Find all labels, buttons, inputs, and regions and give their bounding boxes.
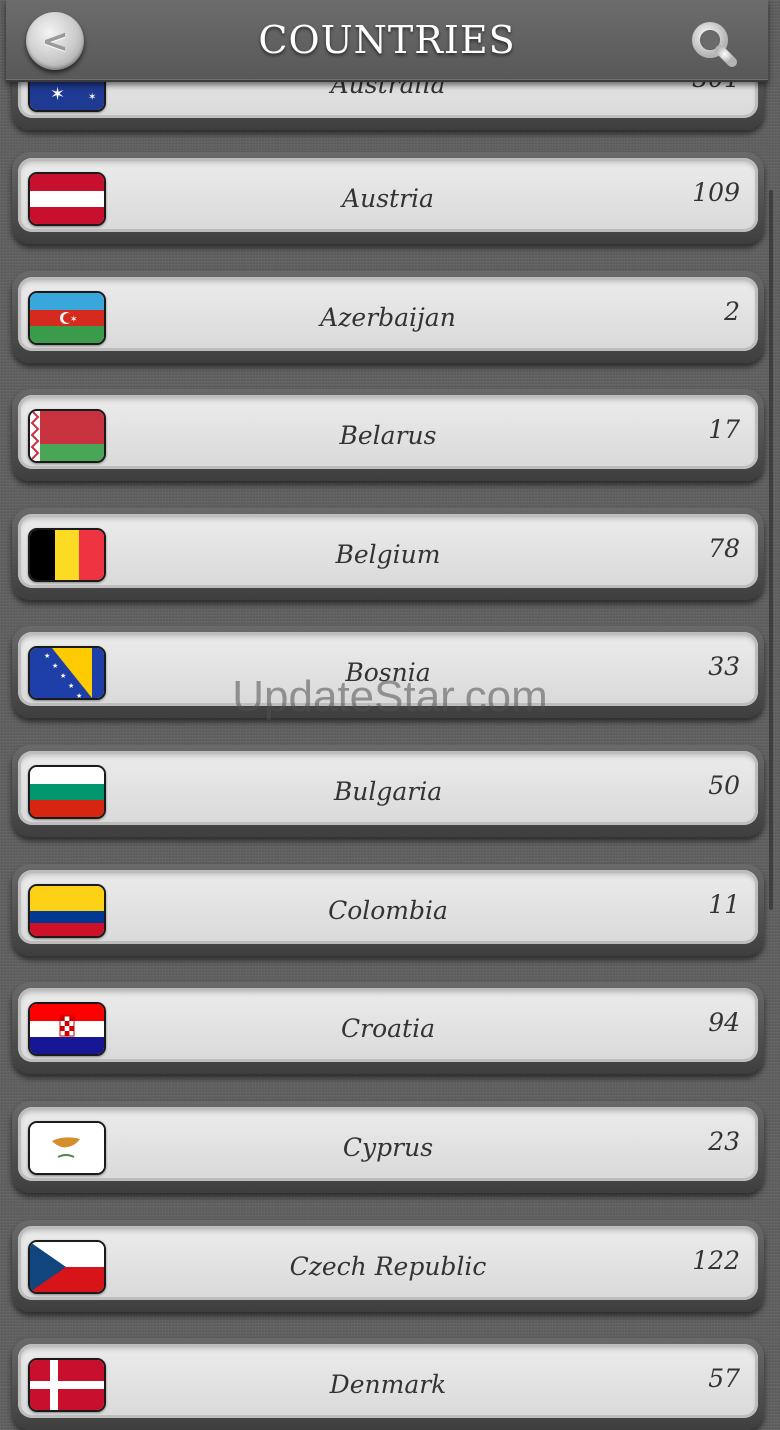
search-button[interactable] [692,22,738,68]
country-name: Colombia [328,896,448,925]
watermark: UpdateStar.com [232,672,548,721]
country-name: Belgium [335,540,441,569]
page-title: COUNTRIES [258,18,516,62]
list-item[interactable]: Croatia 94 [12,982,764,1074]
country-count: 50 [708,771,740,800]
country-name: Croatia [341,1014,435,1043]
country-count: 122 [692,1246,740,1275]
country-name: Bulgaria [333,777,443,806]
scrollbar[interactable] [769,190,773,910]
list-item[interactable]: ✶ Azerbaijan 2 [12,271,764,363]
list-item[interactable]: Denmark 57 [12,1338,764,1430]
country-count: 23 [708,1127,740,1156]
country-name: Denmark [329,1370,447,1399]
list-item[interactable]: Austria 109 [12,152,764,244]
list-item[interactable]: Belgium 78 [12,508,764,600]
country-name: Azerbaijan [320,303,456,332]
country-name: Austria [342,184,434,213]
search-icon [692,22,737,67]
country-name: Czech Republic [289,1252,487,1281]
country-count: 57 [708,1364,740,1393]
country-count: 94 [708,1008,740,1037]
list-item[interactable]: Cyprus 23 [12,1101,764,1193]
list-item[interactable]: Belarus 17 [12,389,764,481]
top-bar: < COUNTRIES [6,0,768,82]
country-count: 78 [708,534,740,563]
list-item[interactable]: Colombia 11 [12,864,764,956]
country-name: Belarus [339,421,437,450]
list-item[interactable]: Bulgaria 50 [12,745,764,837]
country-count: 2 [724,297,740,326]
country-count: 11 [708,890,740,919]
list-item[interactable]: Czech Republic 122 [12,1220,764,1312]
country-count: 17 [708,415,740,444]
country-count: 109 [692,178,740,207]
country-name: Cyprus [342,1133,434,1162]
